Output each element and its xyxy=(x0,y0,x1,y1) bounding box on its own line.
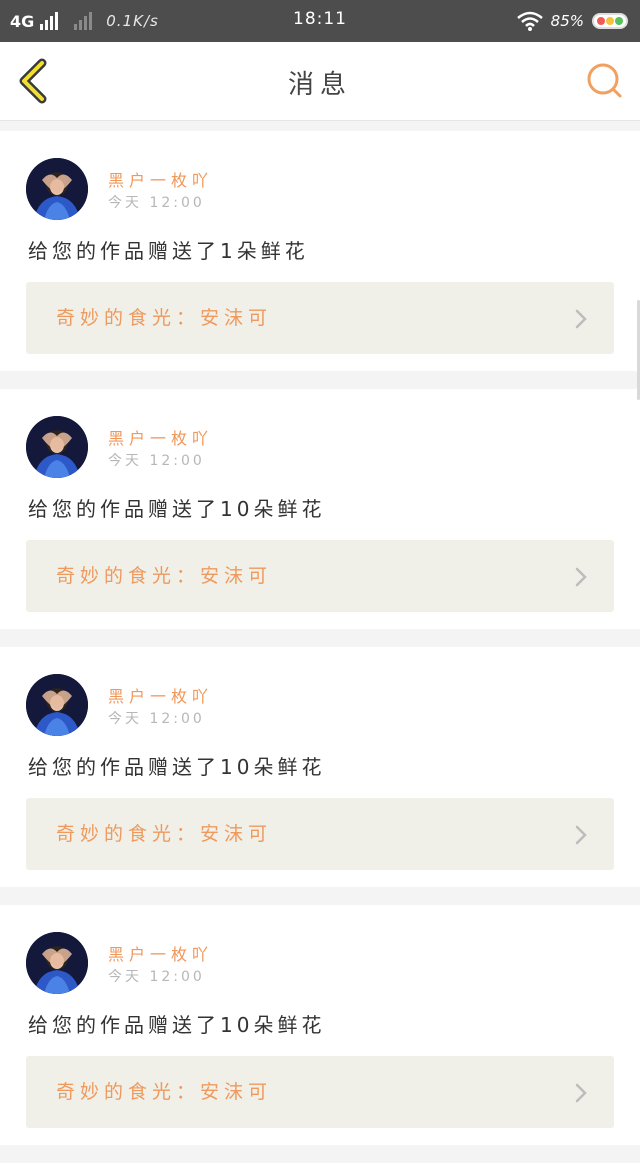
chevron-right-icon xyxy=(575,1083,587,1103)
user-name[interactable]: 黑户一枚吖 xyxy=(108,425,213,449)
work-link[interactable]: 奇妙的食光：安沫可 xyxy=(26,798,614,870)
message-text: 给您的作品赠送了10朵鲜花 xyxy=(28,755,326,779)
message-time: 今天 12:00 xyxy=(108,453,205,469)
avatar[interactable] xyxy=(26,158,88,220)
chevron-right-icon xyxy=(575,567,587,587)
avatar[interactable] xyxy=(26,932,88,994)
work-link[interactable]: 奇妙的食光：安沫可 xyxy=(26,540,614,612)
user-name[interactable]: 黑户一枚吖 xyxy=(108,683,213,707)
nav-bar: 消息 xyxy=(0,42,640,121)
user-name[interactable]: 黑户一枚吖 xyxy=(108,941,213,965)
status-bar: 4G 0.1K/s 18:11 85% xyxy=(0,0,640,42)
work-title: 奇妙的食光：安沫可 xyxy=(56,1081,273,1103)
work-title: 奇妙的食光：安沫可 xyxy=(56,823,273,845)
user-name[interactable]: 黑户一枚吖 xyxy=(108,167,213,191)
wifi-icon xyxy=(516,11,543,31)
chevron-right-icon xyxy=(575,309,587,329)
battery-icon xyxy=(592,13,628,29)
message-list: 黑户一枚吖 今天 12:00 给您的作品赠送了1朵鲜花 奇妙的食光：安沫可 黑户… xyxy=(0,131,640,1163)
work-title: 奇妙的食光：安沫可 xyxy=(56,307,273,329)
page-title: 消息 xyxy=(287,70,352,100)
avatar[interactable] xyxy=(26,416,88,478)
message-time: 今天 12:00 xyxy=(108,969,205,985)
message-text: 给您的作品赠送了10朵鲜花 xyxy=(28,1013,326,1037)
message-time: 今天 12:00 xyxy=(108,195,205,211)
message-card: 黑户一枚吖 今天 12:00 给您的作品赠送了10朵鲜花 奇妙的食光：安沫可 xyxy=(0,647,640,887)
message-time: 今天 12:00 xyxy=(108,711,205,727)
work-title: 奇妙的食光：安沫可 xyxy=(56,565,273,587)
message-card: 黑户一枚吖 今天 12:00 给您的作品赠送了1朵鲜花 奇妙的食光：安沫可 xyxy=(0,131,640,371)
search-icon[interactable] xyxy=(584,60,626,102)
battery-level: 85% xyxy=(550,12,584,30)
work-link[interactable]: 奇妙的食光：安沫可 xyxy=(26,282,614,354)
message-card: 黑户一枚吖 今天 12:00 给您的作品赠送了10朵鲜花 奇妙的食光：安沫可 xyxy=(0,389,640,629)
chevron-right-icon xyxy=(575,825,587,845)
message-card: 黑户一枚吖 今天 12:00 给您的作品赠送了10朵鲜花 奇妙的食光：安沫可 xyxy=(0,905,640,1145)
status-right: 85% xyxy=(516,10,628,32)
message-text: 给您的作品赠送了10朵鲜花 xyxy=(28,497,326,521)
message-text: 给您的作品赠送了1朵鲜花 xyxy=(28,239,309,263)
work-link[interactable]: 奇妙的食光：安沫可 xyxy=(26,1056,614,1128)
avatar[interactable] xyxy=(26,674,88,736)
